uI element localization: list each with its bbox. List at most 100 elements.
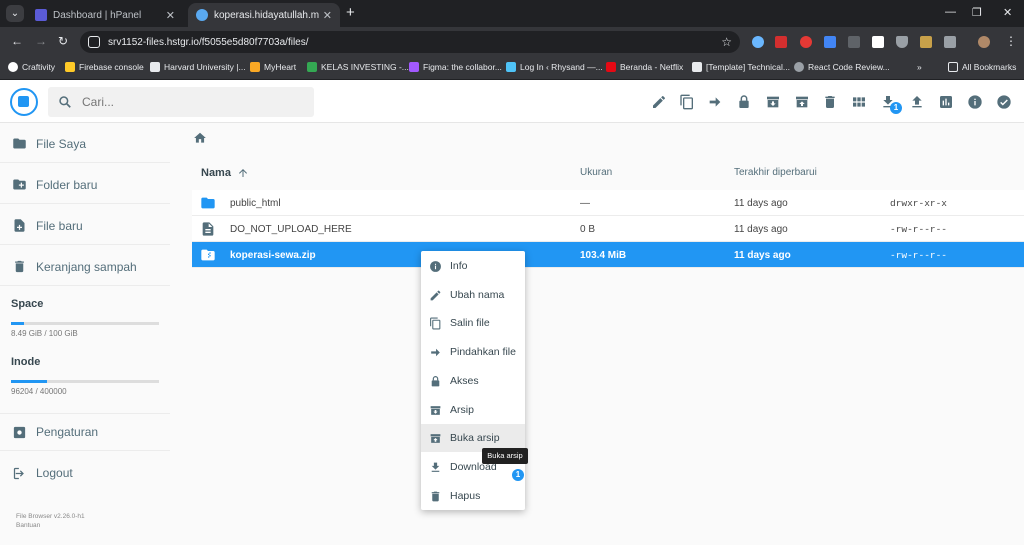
breadcrumb-home-icon[interactable] xyxy=(193,131,207,145)
bookmark-item[interactable]: Craftivity xyxy=(8,62,55,72)
context-menu-rename[interactable]: Ubah nama xyxy=(421,281,525,309)
info-icon[interactable] xyxy=(967,94,983,110)
bookmark-item[interactable]: Harvard University |... xyxy=(150,62,246,72)
move-arrow-icon xyxy=(431,348,440,356)
extension-icon[interactable] xyxy=(920,36,932,48)
lock-icon xyxy=(431,375,440,386)
extension-icon[interactable] xyxy=(824,36,836,48)
sidebar-item-new-folder[interactable]: Folder baru xyxy=(0,166,170,204)
folder-icon xyxy=(948,62,958,72)
forward-arrow-icon[interactable]: → xyxy=(35,35,47,47)
file-name: koperasi-sewa.zip xyxy=(230,250,316,261)
browser-menu-icon[interactable]: ⋮ xyxy=(1005,35,1017,47)
file-context-menu: Info Ubah nama Salin file Pindahkan file… xyxy=(421,251,525,510)
file-size: — xyxy=(580,198,590,209)
file-name: DO_NOT_UPLOAD_HERE xyxy=(230,224,352,235)
column-name-header[interactable]: Nama xyxy=(201,167,249,179)
browser-tab-koperasi[interactable]: koperasi.hidayatullah.me - kop ✕ xyxy=(188,3,340,27)
extension-icon[interactable] xyxy=(872,36,884,48)
file-list-header: Nama Ukuran Terakhir diperbarui xyxy=(192,158,1024,186)
shield-extension-icon[interactable] xyxy=(896,36,908,48)
grid-view-icon[interactable] xyxy=(851,94,867,110)
help-link[interactable]: Bantuan xyxy=(16,522,40,529)
file-size: 0 B xyxy=(580,224,596,235)
close-window-icon[interactable]: ✕ xyxy=(1003,6,1012,19)
version-text: File Browser v2.26.0-h1 xyxy=(16,513,85,520)
column-modified-header[interactable]: Terakhir diperbarui xyxy=(734,167,817,178)
filebrowser-logo[interactable] xyxy=(10,88,38,116)
bookmark-item[interactable]: KELAS INVESTING -... xyxy=(307,62,409,72)
copy-icon[interactable] xyxy=(679,94,695,110)
globe-icon xyxy=(794,62,804,72)
netflix-icon xyxy=(606,62,616,72)
search-input[interactable] xyxy=(82,95,282,109)
react-devtools-extension-icon[interactable] xyxy=(752,36,764,48)
context-menu-archive[interactable]: Arsip xyxy=(421,396,525,424)
file-row-koperasi-sewa-zip[interactable]: koperasi-sewa.zip 103.4 MiB 11 days ago … xyxy=(192,242,1024,268)
bookmark-item[interactable]: Beranda - Netflix xyxy=(606,62,683,72)
lock-icon[interactable] xyxy=(736,94,752,110)
site-info-icon[interactable] xyxy=(88,36,100,48)
download-icon xyxy=(431,462,440,472)
minimize-icon[interactable]: — xyxy=(945,6,956,18)
bookmark-item[interactable]: Log In ‹ Rhysand —... xyxy=(506,62,603,72)
delete-trash-icon[interactable] xyxy=(822,94,838,110)
bookmark-item[interactable]: [Template] Technical... xyxy=(692,62,790,72)
context-menu-info[interactable]: Info xyxy=(421,252,525,280)
bookmark-item[interactable]: React Code Review... xyxy=(794,62,890,72)
sidebar-item-settings[interactable]: Pengaturan xyxy=(0,413,170,451)
tab-search-chevron-icon[interactable]: ⌄ xyxy=(6,5,24,22)
bookmark-item[interactable]: Figma: the collabor... xyxy=(409,62,502,72)
archive-icon[interactable] xyxy=(765,94,781,110)
context-menu-move[interactable]: Pindahkan file xyxy=(421,338,525,366)
extension-icon[interactable] xyxy=(775,36,787,48)
restore-icon[interactable]: ❐ xyxy=(972,6,982,19)
upload-icon[interactable] xyxy=(909,94,925,110)
hpanel-favicon-icon xyxy=(35,9,47,21)
more-bookmarks-chevron-icon[interactable]: » xyxy=(917,62,922,72)
all-bookmarks[interactable]: All Bookmarks xyxy=(948,62,1016,72)
unarchive-icon[interactable] xyxy=(794,94,810,110)
close-tab-icon[interactable]: ✕ xyxy=(323,9,332,22)
disk-usage-chart-icon[interactable] xyxy=(938,94,954,110)
bookmark-item[interactable]: Firebase console xyxy=(65,62,144,72)
sidebar-item-new-file[interactable]: File baru xyxy=(0,207,170,245)
close-tab-icon[interactable]: ✕ xyxy=(166,9,175,22)
context-menu-copy[interactable]: Salin file xyxy=(421,309,525,337)
inode-progress-fill xyxy=(11,380,47,383)
bookmark-star-icon[interactable]: ☆ xyxy=(721,35,732,49)
space-progress-bar xyxy=(11,322,159,325)
inode-title: Inode xyxy=(11,356,41,368)
browser-tab-hpanel[interactable]: Dashboard | hPanel ✕ xyxy=(27,3,183,27)
file-name: public_html xyxy=(230,198,281,209)
move-arrow-icon[interactable] xyxy=(707,94,723,110)
unarchive-tooltip: Buka arsip xyxy=(482,448,528,464)
extension-icon[interactable] xyxy=(848,36,860,48)
zip-archive-icon xyxy=(201,249,215,261)
file-row-do-not-upload[interactable]: DO_NOT_UPLOAD_HERE 0 B 11 days ago -rw-r… xyxy=(192,216,1024,242)
login-icon xyxy=(506,62,516,72)
back-arrow-icon[interactable]: ← xyxy=(11,35,23,47)
address-bar[interactable]: srv1152-files.hstgr.io/f5055e5d80f7703a/… xyxy=(80,31,740,53)
extension-icon[interactable] xyxy=(800,36,812,48)
sidebar-item-trash[interactable]: Keranjang sampah xyxy=(0,248,170,286)
logout-icon xyxy=(13,467,24,479)
column-size-header[interactable]: Ukuran xyxy=(580,167,612,178)
bookmark-item[interactable]: MyHeart xyxy=(250,62,296,72)
extensions-puzzle-icon[interactable] xyxy=(944,36,956,48)
sidebar-item-logout[interactable]: Logout xyxy=(0,454,170,492)
profile-avatar[interactable] xyxy=(978,36,990,48)
tab-title: koperasi.hidayatullah.me - kop xyxy=(214,9,319,21)
create-new-folder-icon xyxy=(13,179,26,190)
file-row-public-html[interactable]: public_html — 11 days ago drwxr-xr-x xyxy=(192,190,1024,216)
copy-icon xyxy=(430,317,441,329)
sidebar-item-my-files[interactable]: File Saya xyxy=(0,125,170,163)
context-menu-delete[interactable]: Hapus xyxy=(421,482,525,510)
sort-arrow-up-icon[interactable] xyxy=(237,167,249,179)
new-tab-plus-icon[interactable]: + xyxy=(346,5,355,20)
search-box[interactable] xyxy=(48,87,314,117)
context-menu-permissions[interactable]: Akses xyxy=(421,367,525,395)
reload-icon[interactable]: ↻ xyxy=(58,35,68,47)
rename-pencil-icon[interactable] xyxy=(651,94,667,110)
select-multiple-check-icon[interactable] xyxy=(996,94,1012,110)
